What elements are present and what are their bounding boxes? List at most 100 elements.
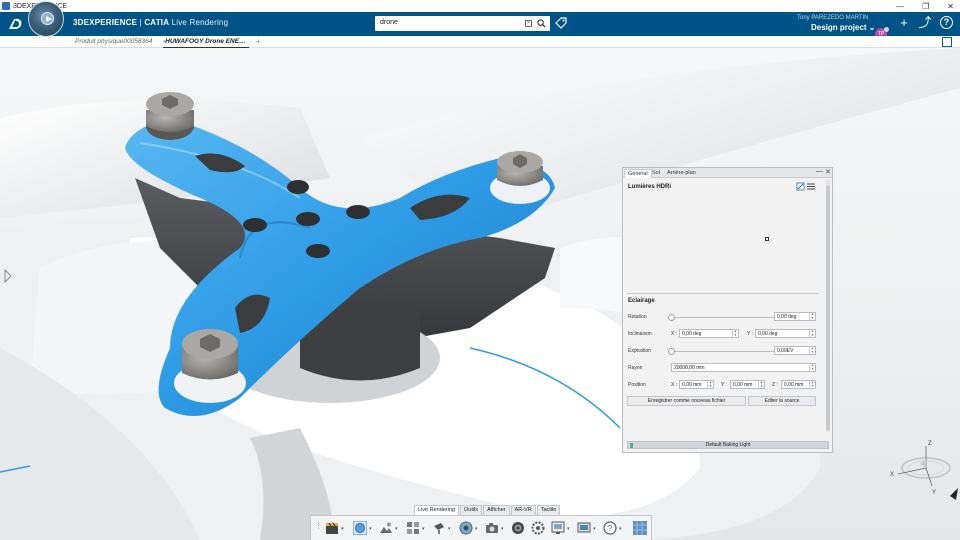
compass-icon[interactable] [28, 1, 64, 37]
edit-source-button[interactable]: Editer la source [748, 396, 816, 406]
default-baking-light-bar[interactable]: Default Baking Light [627, 441, 829, 449]
settings-gear-icon[interactable] [531, 521, 545, 535]
clear-search-icon[interactable]: × [525, 20, 532, 27]
incl-y-label: Y : [747, 331, 754, 337]
pos-x-field[interactable]: 0,00 mm ▴ ▾ [679, 380, 714, 389]
dassault-logo-icon[interactable] [7, 16, 25, 32]
grid-icon[interactable] [406, 521, 420, 535]
status-indicator-icon [630, 443, 633, 448]
search-input[interactable]: drone [380, 19, 398, 26]
chevron-down-icon[interactable]: ▾ [422, 526, 425, 532]
fullscreen-icon[interactable] [942, 37, 952, 47]
lens-icon[interactable] [511, 521, 525, 535]
spinner-arrows-icon[interactable]: ▴ ▾ [809, 329, 815, 337]
rayon-field[interactable]: 20000,00 mm ▴ ▾ [671, 363, 816, 372]
light-icon[interactable] [432, 521, 446, 535]
minimize-button[interactable]: — [896, 2, 904, 11]
tab-arriere-plan[interactable]: Arrière-plan [664, 169, 699, 178]
hole [346, 205, 370, 219]
tab-general[interactable]: Général [624, 169, 652, 178]
spinner-arrows-icon[interactable]: ▴ ▾ [707, 380, 713, 388]
texture-icon[interactable] [633, 521, 647, 535]
tab-sol[interactable]: Sol [649, 169, 663, 178]
app-window: 3DEXPERIENCE — ❐ ✕ 3DEXPERIENCE | CATIA … [0, 0, 960, 540]
rotation-slider-knob[interactable] [668, 314, 675, 321]
snapshot-camera-icon[interactable] [485, 521, 499, 535]
panel-tabs: Général Sol Arrière-plan — ✕ [623, 168, 832, 178]
chevron-down-icon[interactable]: ▾ [567, 526, 570, 532]
spinner-arrows-icon[interactable]: ▴ ▾ [758, 380, 764, 388]
close-window-button[interactable]: ✕ [947, 2, 954, 11]
pos-y-field[interactable]: 0,00 mm ▴ ▾ [730, 380, 765, 389]
document-tabs: Produit physique00058364 -HUWAFOGY Drone… [0, 36, 960, 48]
pos-z-label: Z : [772, 382, 778, 388]
brand-title: 3DEXPERIENCE | CATIA Live Rendering [73, 18, 228, 27]
incl-y-field[interactable]: 0,00 deg ▴ ▾ [755, 329, 816, 338]
clapper-icon[interactable] [325, 521, 339, 535]
panel-close-button[interactable]: ✕ [825, 168, 831, 176]
project-selector[interactable]: Design project ⌄ [811, 23, 876, 32]
tab-produit-physique[interactable]: Produit physique00058364 [75, 38, 152, 45]
tab-ar-vr[interactable]: AR-VR [510, 505, 536, 515]
save-new-file-button[interactable]: Enregistrer comme nouveau fichier [627, 396, 746, 406]
add-button[interactable]: + [897, 16, 911, 30]
panel-title: Lumières HDRi [628, 184, 672, 190]
maximize-button[interactable]: ❐ [922, 2, 929, 11]
search-box[interactable]: drone × [375, 16, 550, 31]
panel-minimize-button[interactable]: — [816, 168, 823, 175]
tab-afficher[interactable]: Afficher [483, 505, 510, 515]
pos-y-label: Y : [721, 382, 728, 388]
avatar-status-dot [884, 27, 889, 32]
chevron-down-icon[interactable]: ▾ [341, 526, 344, 532]
help-button[interactable]: ? [940, 16, 953, 29]
add-tab-button[interactable]: + [256, 37, 261, 46]
tab-outils[interactable]: Outils [460, 505, 483, 515]
environment-icon[interactable] [379, 521, 393, 535]
exposition-slider-knob[interactable] [668, 348, 675, 355]
chevron-down-icon[interactable]: ▾ [395, 526, 398, 532]
help-icon[interactable]: ? [603, 521, 617, 535]
share-button[interactable]: ⤴ [918, 16, 932, 30]
search-icon[interactable] [537, 19, 546, 28]
spinner-arrows-icon[interactable]: ▴ ▾ [732, 329, 738, 337]
chevron-down-icon[interactable]: ▾ [619, 526, 622, 532]
pos-z-value: 0,00 mm [784, 382, 804, 388]
spinner-arrows-icon[interactable]: ▴ ▾ [809, 312, 815, 320]
panel-scrollbar[interactable] [826, 180, 830, 432]
tab-live-rendering[interactable]: Live Rendering [414, 505, 459, 515]
chevron-down-icon[interactable]: ▾ [448, 526, 451, 532]
triad-y-label: Y [932, 490, 936, 496]
pos-y-value: 0,00 mm [733, 382, 753, 388]
exposition-slider[interactable] [668, 348, 774, 355]
spinner-arrows-icon[interactable]: ▴ ▾ [809, 346, 815, 354]
action-bar-tabs: Live Rendering Outils Afficher AR-VR Tac… [414, 505, 561, 515]
spinner-arrows-icon[interactable]: ▴ ▾ [809, 363, 815, 371]
chevron-down-icon[interactable]: ▾ [369, 526, 372, 532]
rotation-field[interactable]: 0,00 deg ▴ ▾ [774, 312, 816, 321]
chevron-down-icon[interactable]: ▾ [501, 526, 504, 532]
render-mode-icon[interactable] [353, 521, 367, 535]
pos-z-field[interactable]: 0,00 mm ▴ ▾ [781, 380, 816, 389]
tab-drone[interactable]: -HUWAFOGY Drone ENE… [163, 38, 249, 45]
play-icon[interactable] [41, 12, 54, 25]
hole [296, 212, 320, 226]
footer-label: Default Baking Light [705, 442, 751, 448]
action-bar: ⋮ ▾ ▾ ▾ ▾ ▾ ▾ ▾ ▾ ▾ ? ▾ [310, 515, 652, 540]
camera-view-icon[interactable] [459, 521, 473, 535]
tab-tactile[interactable]: Tactile [536, 505, 561, 515]
menu-icon[interactable] [807, 183, 815, 190]
hdri-preview[interactable] [627, 194, 819, 290]
rotation-slider[interactable] [668, 314, 774, 321]
exposition-field[interactable]: 0,00EV ▴ ▾ [774, 346, 816, 355]
tag-icon[interactable] [555, 17, 567, 29]
render-output-icon[interactable] [551, 521, 565, 535]
chevron-down-icon[interactable]: ▾ [475, 526, 478, 532]
display-settings-icon[interactable] [577, 521, 591, 535]
action-bar-handle-icon[interactable]: ⋮ [315, 522, 322, 530]
incl-x-field[interactable]: 0,00 deg ▴ ▾ [679, 329, 739, 338]
panel-scrollbar-thumb[interactable] [826, 186, 830, 430]
chevron-down-icon[interactable]: ▾ [593, 526, 596, 532]
spinner-arrows-icon[interactable]: ▴ ▾ [809, 380, 815, 388]
edit-icon[interactable] [796, 182, 805, 191]
orientation-triad[interactable]: Z X Y [888, 438, 958, 498]
